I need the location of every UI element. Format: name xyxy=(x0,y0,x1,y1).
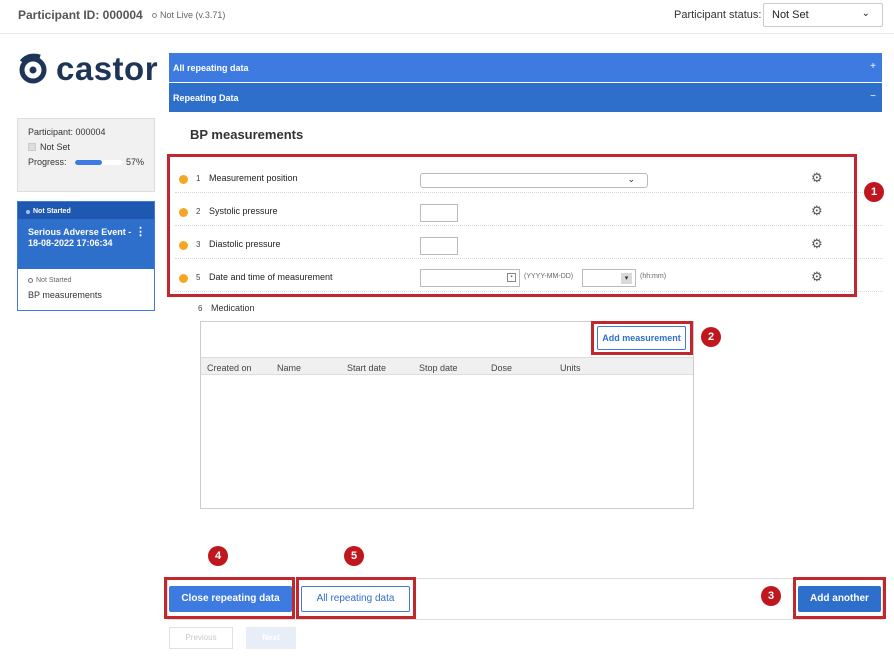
field-number: 6 xyxy=(198,304,203,313)
expand-icon[interactable]: + xyxy=(870,61,876,72)
annotation-badge-3: 3 xyxy=(761,586,781,606)
live-status-text: Not Live (v.3.71) xyxy=(160,10,226,20)
form-link[interactable]: BP measurements xyxy=(18,286,154,304)
next-button[interactable]: Next xyxy=(246,627,296,649)
top-bar: Participant ID: 000004 Not Live (v.3.71)… xyxy=(0,0,894,34)
annotation-badge-4: 4 xyxy=(208,546,228,566)
participant-number: Participant: 000004 xyxy=(28,127,106,137)
highlight-box-5 xyxy=(296,577,416,619)
castor-logo[interactable]: castor xyxy=(18,50,158,88)
all-repeating-data-label: All repeating data xyxy=(173,63,249,73)
progress-row: Progress: 57% xyxy=(28,157,144,167)
collapse-icon[interactable]: − xyxy=(870,91,876,102)
event-title-text: Serious Adverse Event - 18-08-2022 17:06… xyxy=(28,227,132,248)
status-square-icon xyxy=(28,143,36,151)
column-header: Units xyxy=(560,363,581,373)
castor-logo-icon xyxy=(19,53,47,84)
event-state-text: Not Started xyxy=(33,208,71,215)
participant-status-row: Not Set xyxy=(28,142,144,152)
highlight-box-1 xyxy=(167,154,857,297)
participant-panel: Participant: 000004 Not Set Progress: 57… xyxy=(17,118,155,192)
all-repeating-data-bar[interactable]: All repeating data + xyxy=(169,53,882,82)
medication-label-text: Medication xyxy=(210,303,255,313)
progress-label: Progress: xyxy=(28,157,67,167)
previous-button[interactable]: Previous xyxy=(169,627,233,649)
column-header: Start date xyxy=(347,363,387,373)
status-dot-icon xyxy=(152,12,157,18)
column-header: Created on xyxy=(207,363,252,373)
participant-status-value: Not Set xyxy=(772,9,809,21)
participant-status-select[interactable]: Not Set ⌄ xyxy=(763,3,883,27)
event-state: Not Started xyxy=(18,202,154,219)
participant-status-text: Not Set xyxy=(40,142,71,152)
event-title: Serious Adverse Event - 18-08-2022 17:06… xyxy=(18,219,154,269)
participant-id: Participant ID: 000004 xyxy=(18,8,143,22)
repeating-data-label: Repeating Data xyxy=(173,93,239,103)
annotation-badge-5: 5 xyxy=(344,546,364,566)
column-header: Name xyxy=(277,363,302,373)
event-card[interactable]: Not Started Serious Adverse Event - 18-0… xyxy=(17,201,155,311)
live-status: Not Live (v.3.71) xyxy=(152,10,225,20)
form-title: BP measurements xyxy=(190,127,304,142)
highlight-box-3 xyxy=(793,577,886,619)
kebab-menu-icon[interactable]: ⋮ xyxy=(135,227,146,238)
event-card-header: Not Started Serious Adverse Event - 18-0… xyxy=(18,202,154,269)
progress-fill xyxy=(74,159,102,165)
medication-table-header: Created on Name Start date Stop date Dos… xyxy=(201,357,693,375)
highlight-box-2 xyxy=(591,321,693,355)
annotation-badge-2: 2 xyxy=(701,327,721,347)
annotation-badge-1: 1 xyxy=(864,182,884,202)
form-state-dot-icon xyxy=(28,278,33,283)
form-state-text: Not Started xyxy=(36,277,72,284)
progress-value: 57% xyxy=(125,157,144,167)
state-dot-icon xyxy=(26,209,30,214)
participant-row: Participant: 000004 xyxy=(28,127,144,137)
chevron-down-icon: ⌄ xyxy=(861,8,870,19)
repeating-data-bar[interactable]: Repeating Data − xyxy=(169,83,882,112)
form-state: Not Started xyxy=(18,269,154,286)
column-header: Stop date xyxy=(419,363,458,373)
logo-text: castor xyxy=(56,50,159,87)
medication-label: 6 Medication xyxy=(198,303,255,313)
participant-status-label: Participant status: xyxy=(674,9,762,21)
column-header: Dose xyxy=(491,363,513,373)
highlight-box-4 xyxy=(164,577,295,619)
progress-bar xyxy=(74,159,122,165)
